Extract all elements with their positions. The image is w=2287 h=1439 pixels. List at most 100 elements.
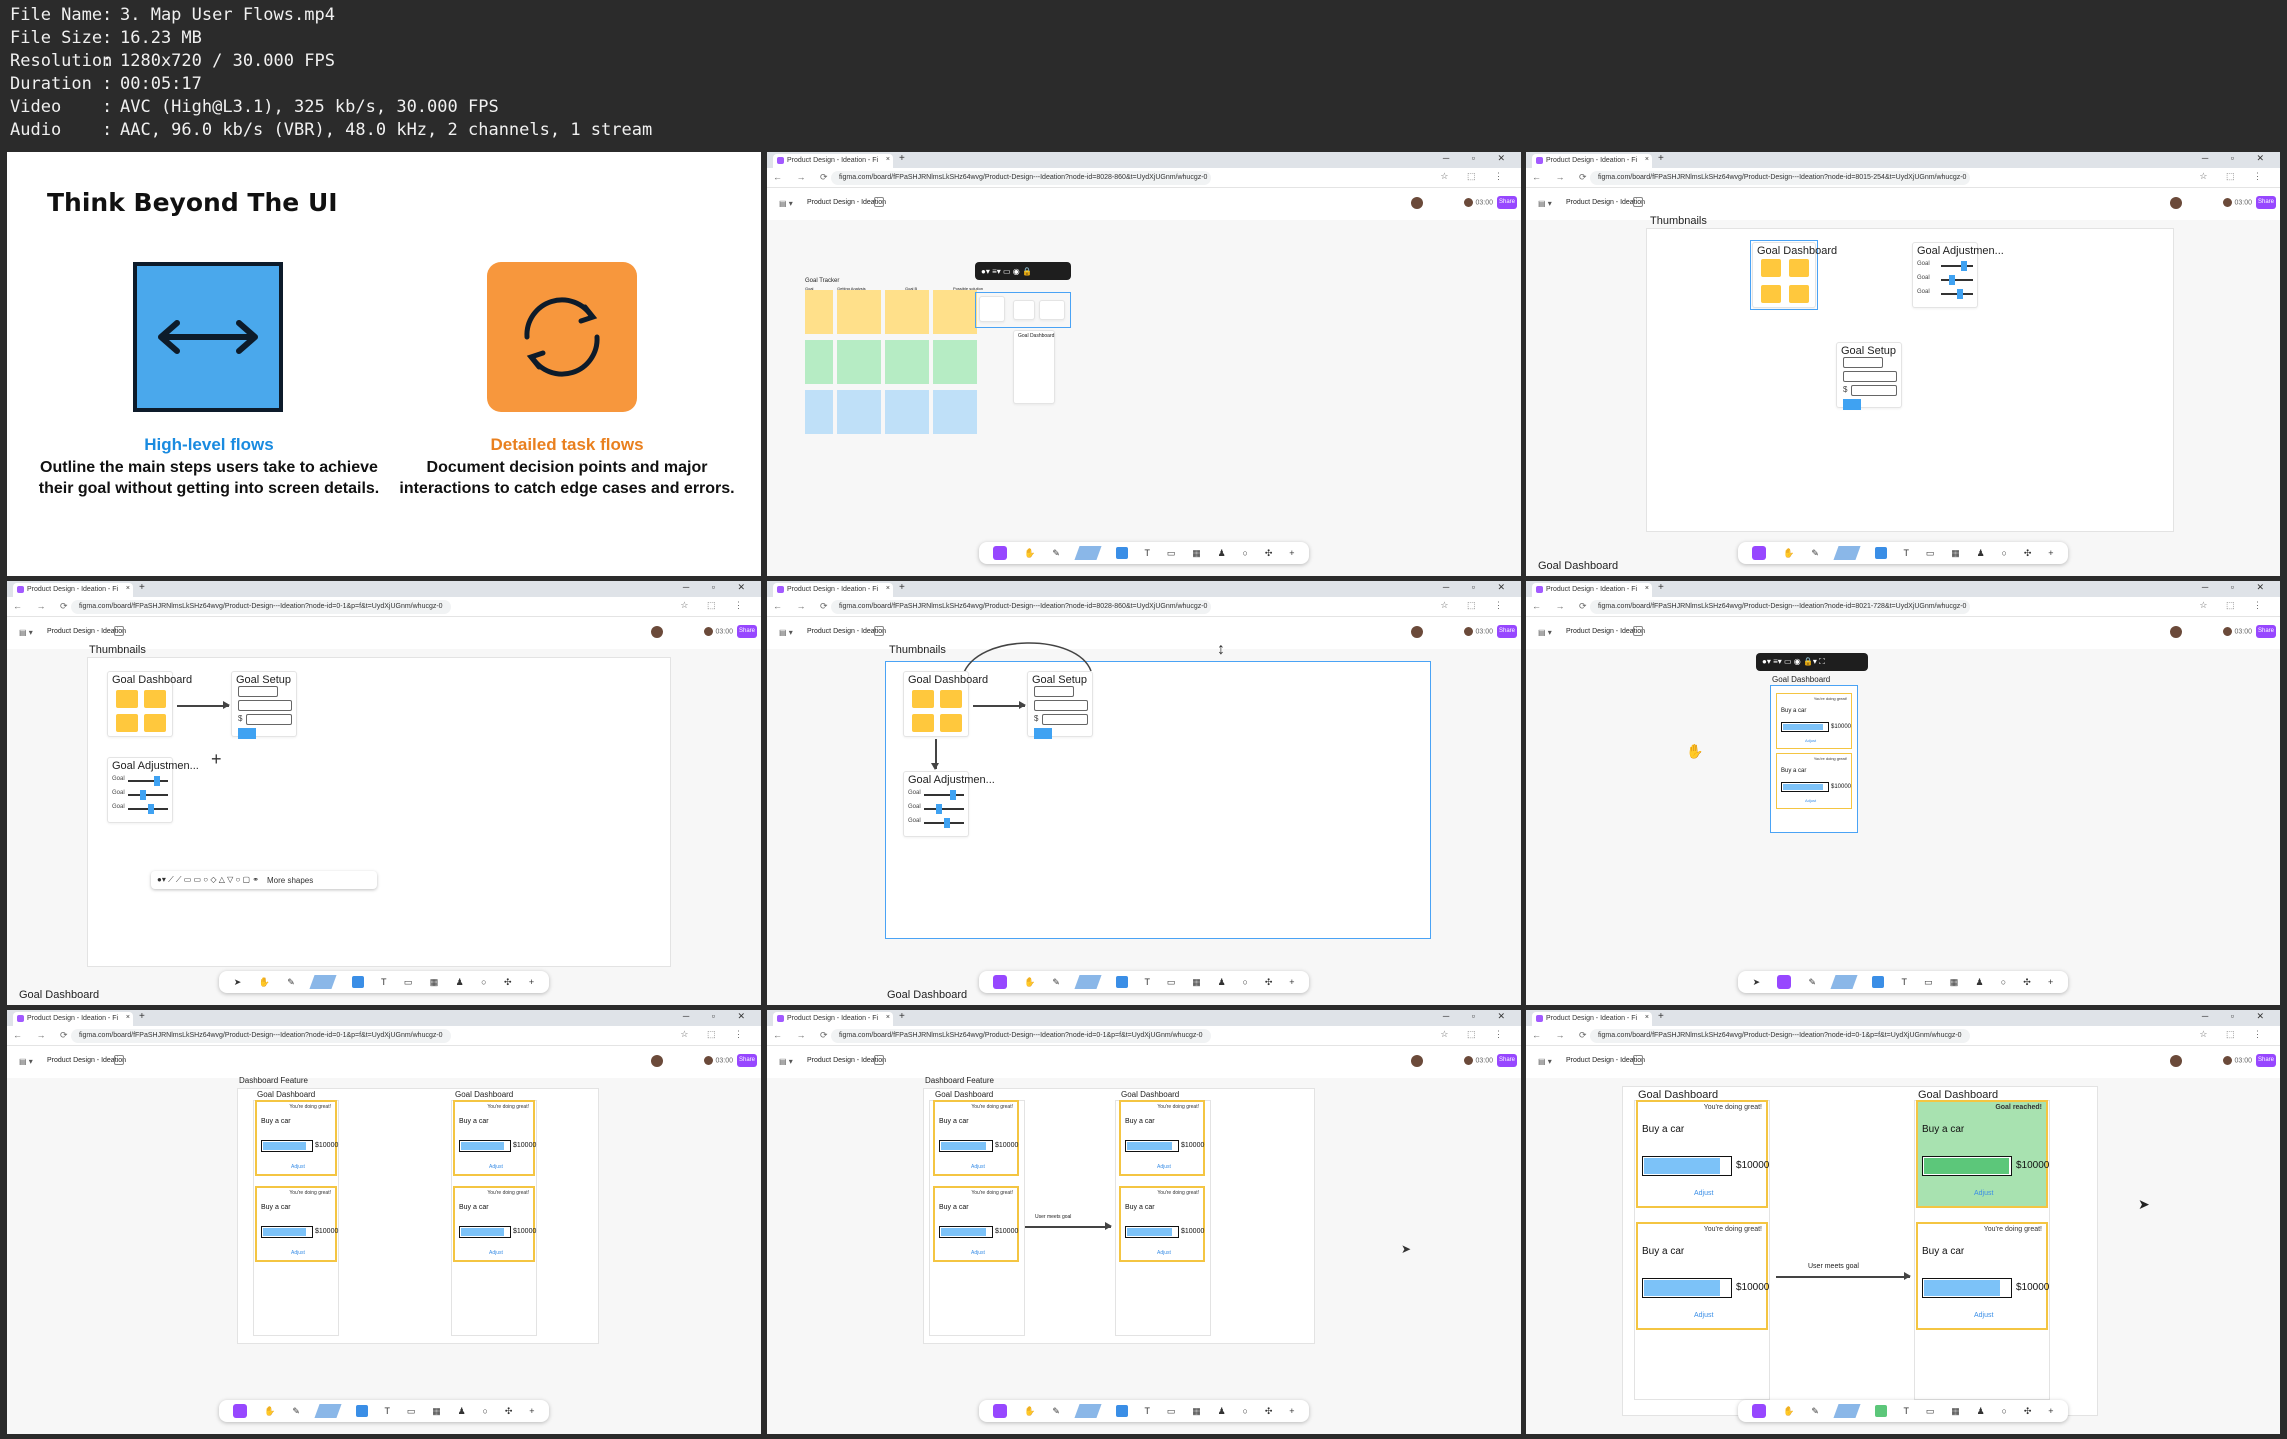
new-tab-button[interactable]: + bbox=[899, 1011, 905, 1022]
timer[interactable]: 03:00 bbox=[1464, 627, 1493, 636]
pen-icon[interactable]: ✎ bbox=[1808, 977, 1816, 988]
hand-tool[interactable] bbox=[1777, 975, 1792, 989]
canvas[interactable]: Dashboard Feature Goal Dashboard Goal Da… bbox=[7, 1076, 761, 1434]
goal-dashboard-card[interactable]: Goal Dashboard bbox=[1752, 242, 1837, 308]
widget-icon[interactable]: ✣ bbox=[2024, 548, 2032, 559]
canvas[interactable]: Thumbnails Goal Dashboard Goal Adjustmen… bbox=[1526, 215, 2280, 576]
main-menu-icon[interactable]: ▤ ▾ bbox=[779, 1057, 793, 1066]
new-tab-button[interactable]: + bbox=[139, 1011, 145, 1022]
close-tab-icon[interactable]: × bbox=[1645, 156, 1649, 163]
more-icon[interactable]: + bbox=[2048, 548, 2053, 558]
comment-icon[interactable]: ○ bbox=[1243, 548, 1248, 558]
slider[interactable] bbox=[128, 776, 168, 786]
thumbnails-section[interactable] bbox=[87, 657, 671, 967]
main-menu-icon[interactable]: ▤ ▾ bbox=[1538, 199, 1552, 208]
pen-icon[interactable]: ✎ bbox=[1811, 548, 1819, 559]
text-icon[interactable]: T bbox=[1903, 548, 1909, 558]
share-button[interactable]: Share bbox=[2256, 1054, 2276, 1067]
timer[interactable]: 03:00 bbox=[1464, 198, 1493, 207]
adjust-link[interactable]: Adjust bbox=[1157, 1164, 1171, 1170]
goal-card[interactable]: You're doing great! Buy a car $10000 Adj… bbox=[1776, 693, 1852, 749]
comment-icon[interactable]: ○ bbox=[1243, 977, 1248, 987]
more-icon[interactable]: + bbox=[1289, 1406, 1294, 1416]
thumbnail-card[interactable] bbox=[979, 296, 1005, 322]
more-icon[interactable]: + bbox=[2048, 1406, 2053, 1416]
stamp-icon[interactable]: ♟ bbox=[1977, 548, 1985, 559]
adjust-link[interactable]: Adjust bbox=[1157, 1250, 1171, 1256]
comment-icon[interactable]: ○ bbox=[481, 977, 486, 987]
sticky-note[interactable] bbox=[837, 390, 881, 434]
adjust-link[interactable]: Adjust bbox=[291, 1164, 305, 1170]
goal-dashboard-card[interactable]: Goal Dashboard bbox=[903, 671, 988, 737]
goal-card[interactable]: You're doing great! Buy a car $10000 Adj… bbox=[933, 1100, 1019, 1176]
cursor-icon[interactable]: ➤ bbox=[1753, 977, 1761, 988]
share-button[interactable]: Share bbox=[737, 1054, 757, 1067]
more-icon[interactable]: + bbox=[529, 1406, 534, 1416]
stamp-icon[interactable]: ♟ bbox=[1218, 977, 1226, 988]
hand-icon[interactable]: ✋ bbox=[1024, 1406, 1035, 1417]
share-button[interactable]: Share bbox=[2256, 625, 2276, 638]
adjust-link[interactable]: Adjust bbox=[1805, 798, 1816, 803]
avatar[interactable] bbox=[2170, 626, 2182, 638]
goal-card[interactable]: You're doing great! Buy a car $10000 Adj… bbox=[933, 1186, 1019, 1262]
duplicate-icon[interactable] bbox=[114, 626, 124, 636]
section-icon[interactable]: ▭ bbox=[404, 977, 413, 988]
adjust-link[interactable]: Adjust bbox=[489, 1164, 503, 1170]
main-menu-icon[interactable]: ▤ ▾ bbox=[779, 199, 793, 208]
goal-card[interactable]: You're doing great! Buy a car $10000 Adj… bbox=[1916, 1222, 2049, 1330]
thumbnail-card[interactable] bbox=[1039, 300, 1065, 320]
shape-swatch[interactable] bbox=[355, 1405, 368, 1417]
pen-icon[interactable]: ✎ bbox=[1811, 1406, 1819, 1417]
browser-action-icons[interactable]: ☆ ⬚ ⋮ bbox=[1440, 1029, 1511, 1040]
duplicate-icon[interactable] bbox=[1633, 626, 1643, 636]
goal-adjustment-card[interactable]: Goal Adjustmen... Goal Goal Goal bbox=[903, 771, 995, 837]
move-tool[interactable] bbox=[993, 975, 1008, 989]
goal-card[interactable]: You're doing great! Buy a car $10000 Adj… bbox=[1636, 1100, 1769, 1208]
slider[interactable] bbox=[128, 790, 168, 800]
slider[interactable] bbox=[1941, 261, 1973, 271]
hand-icon[interactable]: ✋ bbox=[1024, 977, 1035, 988]
new-tab-button[interactable]: + bbox=[1658, 1011, 1664, 1022]
slider[interactable] bbox=[924, 818, 964, 828]
move-tool[interactable] bbox=[233, 1404, 248, 1418]
text-icon[interactable]: T bbox=[1144, 977, 1150, 987]
amount-input[interactable] bbox=[1851, 385, 1897, 396]
text-input[interactable] bbox=[1843, 357, 1883, 368]
text-icon[interactable]: T bbox=[1903, 1406, 1909, 1416]
new-tab-button[interactable]: + bbox=[899, 153, 905, 164]
close-tab-icon[interactable]: × bbox=[126, 585, 130, 592]
pen-icon[interactable]: ✎ bbox=[1052, 548, 1060, 559]
pen-icon[interactable]: ✎ bbox=[1052, 977, 1060, 988]
flow-arrow[interactable] bbox=[177, 702, 230, 708]
browser-tab[interactable]: Product Design - Ideation - Fi × bbox=[1532, 154, 1652, 168]
slider[interactable] bbox=[924, 790, 964, 800]
text-input[interactable] bbox=[238, 686, 278, 697]
sticky-swatch[interactable] bbox=[309, 975, 337, 989]
slider[interactable] bbox=[1941, 275, 1973, 285]
selection-toolbar[interactable]: ●▾ ≡▾ ▭ ◉ 🔒▾ ⛶ bbox=[1756, 653, 1868, 671]
stamp-icon[interactable]: ♟ bbox=[1218, 1406, 1226, 1417]
more-icon[interactable]: + bbox=[1289, 977, 1294, 987]
sticky-swatch[interactable] bbox=[1074, 1404, 1102, 1418]
goal-card[interactable]: You're doing great! Buy a car $10000 Adj… bbox=[1119, 1186, 1205, 1262]
duplicate-icon[interactable] bbox=[874, 1055, 884, 1065]
text-icon[interactable]: T bbox=[1901, 977, 1907, 987]
shape-swatch[interactable] bbox=[1872, 976, 1885, 988]
close-tab-icon[interactable]: × bbox=[886, 1014, 890, 1021]
table-icon[interactable]: ▦ bbox=[1192, 548, 1201, 559]
browser-action-icons[interactable]: ☆ ⬚ ⋮ bbox=[1440, 600, 1511, 611]
share-button[interactable]: Share bbox=[1497, 1054, 1517, 1067]
goal-setup-card[interactable]: Goal Setup $ bbox=[1027, 671, 1093, 739]
widget-icon[interactable]: ✣ bbox=[504, 977, 512, 988]
window-controls[interactable]: ─ ▫ ✕ bbox=[2202, 582, 2274, 593]
selection-toolbar[interactable]: ●▾ ≡▾ ▭ ◉ 🔒 bbox=[975, 262, 1071, 280]
window-controls[interactable]: ─ ▫ ✕ bbox=[1443, 582, 1515, 593]
sticky-note[interactable] bbox=[837, 340, 881, 384]
url-field[interactable]: figma.com/board/fFPaSHJRNlmsLkSHz64wvg/P… bbox=[831, 1029, 1211, 1043]
timer[interactable]: 03:00 bbox=[2223, 627, 2252, 636]
window-controls[interactable]: ─ ▫ ✕ bbox=[683, 1011, 755, 1022]
hand-icon[interactable]: ✋ bbox=[1783, 548, 1794, 559]
browser-action-icons[interactable]: ☆ ⬚ ⋮ bbox=[680, 1029, 751, 1040]
window-controls[interactable]: ─ ▫ ✕ bbox=[683, 582, 755, 593]
slider[interactable] bbox=[924, 804, 964, 814]
